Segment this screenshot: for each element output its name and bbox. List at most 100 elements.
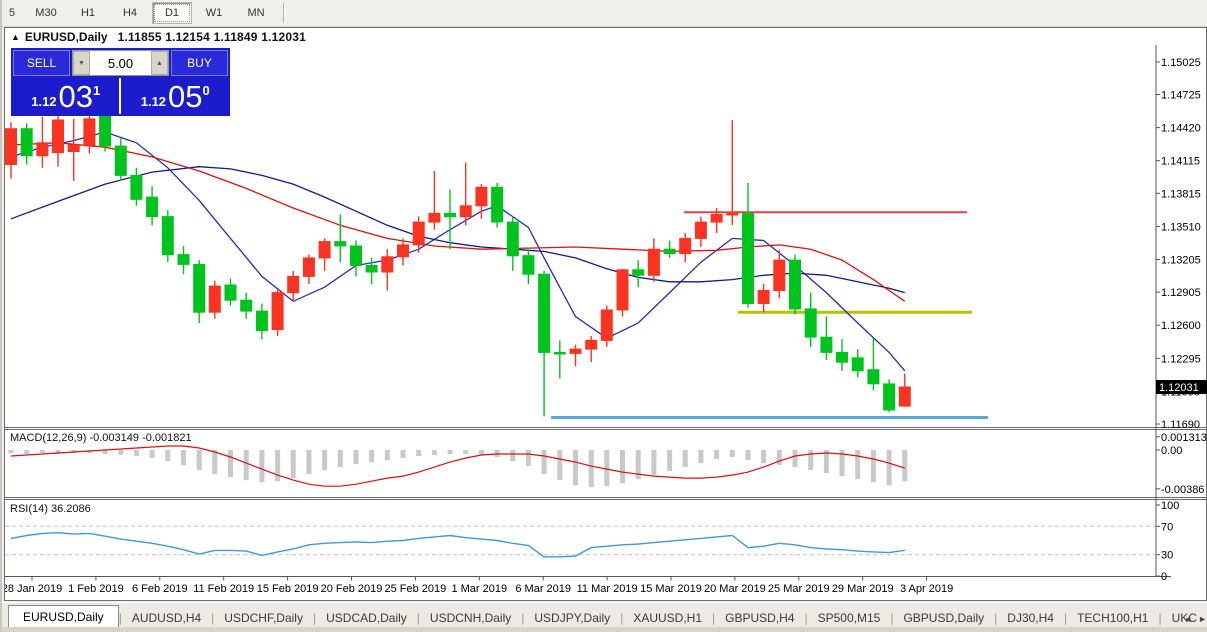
price-chart[interactable]: 1.15025 1.14725 1.14420 1.14115 1.13815 1.135… bbox=[5, 45, 1207, 601]
chart-tab-tech100-h1[interactable]: TECH100,H1 bbox=[1067, 607, 1158, 628]
chart-tab-usdjpy-daily[interactable]: USDJPY,Daily bbox=[524, 607, 620, 628]
candle bbox=[302, 257, 315, 277]
candle bbox=[99, 114, 112, 147]
price-axis-label: 1.14115 bbox=[1161, 156, 1200, 168]
volume-input[interactable] bbox=[90, 51, 151, 75]
price-axis-label: 1.13510 bbox=[1161, 221, 1201, 233]
bid-big-digits: 03 bbox=[58, 79, 94, 114]
candle bbox=[5, 128, 17, 165]
ask-pipette: 0 bbox=[202, 83, 210, 98]
macd-histogram-bar bbox=[729, 450, 735, 457]
chart-tab-xauusd-h1[interactable]: XAUUSD,H1 bbox=[623, 607, 712, 628]
timeframe-button-h4[interactable]: H4 bbox=[110, 2, 150, 24]
candle bbox=[381, 256, 394, 273]
macd-indicator bbox=[8, 445, 908, 488]
candle bbox=[569, 348, 582, 354]
chart-window[interactable]: ▲ EURUSD,Daily 1.11855 1.12154 1.11849 1… bbox=[4, 27, 1207, 601]
chart-tab-eurusd-daily[interactable]: EURUSD,Daily bbox=[8, 605, 119, 628]
chart-tab-gbpusd-daily[interactable]: GBPUSD,Daily bbox=[893, 607, 994, 628]
macd-histogram-bar bbox=[573, 450, 578, 486]
buy-button[interactable]: BUY bbox=[171, 50, 228, 76]
candle bbox=[177, 254, 190, 265]
candle bbox=[679, 237, 692, 255]
timeframe-button-h1[interactable]: H1 bbox=[68, 2, 108, 24]
date-axis-label: 11 Feb 2019 bbox=[193, 583, 254, 595]
candle bbox=[397, 244, 409, 258]
macd-histogram-bar bbox=[667, 450, 673, 472]
candlestick-series bbox=[5, 112, 911, 417]
macd-histogram-bar bbox=[306, 450, 312, 475]
price-axis-label: 1.11690 bbox=[1161, 419, 1200, 431]
candle bbox=[757, 290, 770, 304]
sell-button[interactable]: SELL bbox=[13, 50, 70, 76]
macd-histogram-bar bbox=[541, 450, 547, 475]
timeframe-button-mn[interactable]: MN bbox=[236, 2, 276, 24]
macd-histogram-bar bbox=[525, 450, 531, 467]
macd-histogram-bar bbox=[745, 450, 751, 461]
chart-ohlc-values: 1.11855 1.12154 1.11849 1.12031 bbox=[117, 29, 306, 44]
macd-histogram-bar bbox=[714, 450, 720, 459]
timeframe-toolbar: 5 M30 H1 H4 D1 W1 MN bbox=[2, 0, 1207, 27]
price-axis-label: 1.15025 bbox=[1161, 57, 1201, 69]
date-axis-label: 15 Mar 2019 bbox=[640, 583, 702, 595]
macd-histogram-bar bbox=[651, 450, 657, 476]
macd-histogram-bar bbox=[275, 450, 281, 482]
timeframe-button-m30[interactable]: M30 bbox=[26, 2, 66, 24]
chart-tab-gbpusd-h4[interactable]: GBPUSD,H4 bbox=[715, 607, 804, 628]
bid-price-button[interactable]: 1.12 03 1 bbox=[13, 78, 121, 114]
macd-histogram-bar bbox=[478, 450, 484, 455]
candle bbox=[726, 212, 739, 216]
candle bbox=[742, 212, 754, 304]
macd-signal-line bbox=[10, 445, 905, 487]
macd-histogram-bar bbox=[149, 450, 155, 458]
chart-tab-usdcnh-daily[interactable]: USDCNH,Daily bbox=[420, 607, 521, 628]
trendlines[interactable] bbox=[551, 211, 988, 419]
chart-tab-sp500-m15[interactable]: SP500,M15 bbox=[808, 607, 891, 628]
ask-price-button[interactable]: 1.12 05 0 bbox=[123, 78, 229, 114]
macd-histogram-bar bbox=[855, 450, 861, 480]
candle bbox=[851, 357, 864, 372]
volume-increase-icon[interactable]: ▲ bbox=[151, 51, 168, 75]
rsi-axis-label: 0 bbox=[1161, 571, 1167, 583]
macd-histogram-bar bbox=[259, 450, 265, 483]
macd-histogram-bar bbox=[290, 450, 296, 479]
candle bbox=[271, 292, 284, 331]
macd-histogram-bar bbox=[212, 450, 218, 475]
date-axis: 28 Jan 2019 1 Feb 2019 6 Feb 2019 11 Feb 20… bbox=[5, 576, 953, 595]
chart-tab-usdcad-daily[interactable]: USDCAD,Daily bbox=[316, 607, 417, 628]
timeframe-button-w1[interactable]: W1 bbox=[194, 2, 234, 24]
bid-prefix: 1.12 bbox=[31, 94, 57, 109]
candle bbox=[67, 144, 80, 152]
macd-histogram-bar bbox=[604, 450, 610, 487]
macd-histogram-bar bbox=[902, 450, 908, 482]
candle bbox=[255, 310, 268, 332]
macd-histogram-bar bbox=[447, 450, 453, 454]
volume-decrease-icon[interactable]: ▼ bbox=[73, 51, 90, 75]
timeframe-button-5[interactable]: 5 bbox=[2, 2, 24, 24]
candle bbox=[647, 248, 660, 276]
macd-histogram-bar bbox=[761, 450, 767, 464]
rsi-axis: 100 70 30 0 bbox=[1156, 500, 1179, 583]
date-axis-label: 25 Mar 2019 bbox=[768, 583, 830, 595]
macd-histogram-bar bbox=[243, 450, 249, 481]
tab-scroll-right-icon[interactable]: ► bbox=[1198, 614, 1207, 624]
candle bbox=[318, 241, 331, 259]
timeframe-button-d1[interactable]: D1 bbox=[152, 2, 192, 24]
candle bbox=[663, 248, 676, 254]
collapse-panel-icon[interactable]: ▲ bbox=[11, 32, 20, 42]
chart-tab-usdchf-daily[interactable]: USDCHF,Daily bbox=[214, 607, 313, 628]
macd-histogram-bar bbox=[698, 450, 704, 464]
candle bbox=[193, 263, 206, 313]
macd-histogram-bar bbox=[39, 450, 45, 453]
candle bbox=[161, 216, 174, 256]
chart-tab-dj30-h4[interactable]: DJ30,H4 bbox=[997, 607, 1064, 628]
chart-tab-audusd-h4[interactable]: AUDUSD,H4 bbox=[122, 607, 211, 628]
candle bbox=[867, 369, 880, 385]
date-axis-label: 28 Jan 2019 bbox=[5, 583, 62, 595]
tab-scroll-left-icon[interactable]: ◄ bbox=[1183, 614, 1192, 624]
candle bbox=[694, 221, 707, 239]
macd-histogram-bar bbox=[776, 450, 782, 466]
macd-label: MACD(12,26,9) -0.003149 -0.001821 bbox=[10, 432, 192, 444]
candle bbox=[898, 386, 911, 407]
macd-histogram-bar bbox=[588, 450, 594, 488]
